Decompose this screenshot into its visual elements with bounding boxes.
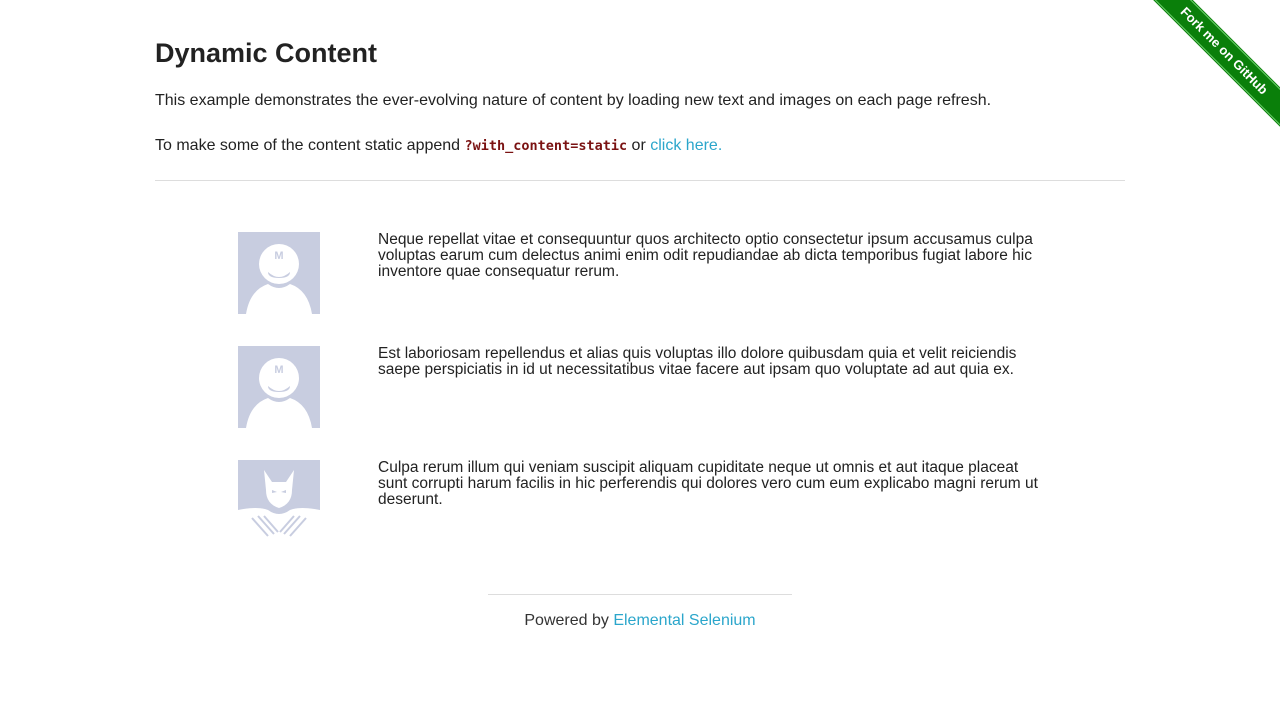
footer-divider: [488, 594, 792, 595]
static-param-code: ?with_content=static: [464, 138, 628, 154]
intro-text: This example demonstrates the ever-evolv…: [155, 92, 992, 109]
github-ribbon[interactable]: Fork me on GitHub: [1130, 0, 1280, 150]
elemental-selenium-link[interactable]: Elemental Selenium: [613, 612, 755, 629]
row-text: Culpa rerum illum qui veniam suscipit al…: [378, 459, 1038, 508]
row-text: Est laboriosam repellendus et alias quis…: [378, 345, 1017, 378]
svg-text:M: M: [274, 364, 283, 376]
svg-text:M: M: [274, 250, 283, 262]
mario-avatar-icon: M: [238, 346, 320, 428]
click-here-link[interactable]: click here.: [650, 137, 722, 154]
static-note-prefix: To make some of the content static appen…: [155, 137, 461, 154]
row-text: Neque repellat vitae et consequuntur quo…: [378, 231, 1033, 280]
page-title: Dynamic Content: [155, 38, 378, 68]
divider: [155, 180, 1125, 181]
mario-avatar-icon: M: [238, 232, 320, 314]
footer: Powered by Elemental Selenium: [0, 612, 1280, 630]
wolverine-avatar-icon: [238, 460, 320, 542]
fork-me-link[interactable]: Fork me on GitHub: [1144, 0, 1280, 131]
footer-prefix: Powered by: [524, 612, 609, 629]
page: Fork me on GitHub Dynamic Content This e…: [0, 0, 1280, 720]
static-note-or: or: [631, 137, 646, 154]
static-note: To make some of the content static appen…: [155, 137, 722, 155]
